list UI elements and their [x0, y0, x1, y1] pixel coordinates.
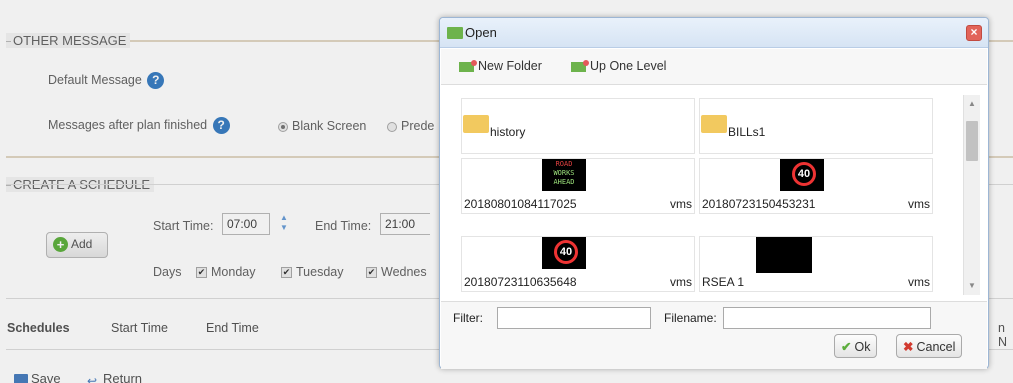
ok-button[interactable]: ✔ Ok: [834, 334, 878, 358]
speed-sign-40: 40: [792, 162, 816, 186]
disk-icon: [14, 373, 28, 383]
return-button[interactable]: ↩ Return: [87, 371, 142, 383]
after-plan-label: Messages after plan finished ?: [48, 117, 230, 134]
new-folder-button[interactable]: New Folder: [459, 59, 542, 73]
radio-label: Blank Screen: [292, 119, 367, 133]
file-tile[interactable]: 40 20180723150453231 vms: [699, 158, 933, 214]
add-label: Add: [71, 237, 93, 251]
file-name: 20180723110635648: [464, 275, 577, 289]
new-folder-icon: [459, 59, 477, 72]
file-type: vms: [908, 275, 930, 289]
scroll-thumb[interactable]: [966, 121, 978, 161]
blank-thumbnail: [756, 237, 812, 273]
save-label: Save: [31, 371, 61, 383]
return-label: Return: [103, 371, 143, 383]
col-end-time: End Time: [206, 321, 259, 335]
days-label: Days: [153, 265, 182, 279]
col-schedules: Schedules: [7, 321, 70, 335]
col-start-time: Start Time: [111, 321, 168, 335]
file-name: RSEA 1: [702, 275, 745, 289]
check-icon: ✔: [841, 340, 852, 354]
file-name: 20180801084117025: [464, 197, 577, 211]
day-wednesday[interactable]: ✔ Wednes: [366, 265, 427, 279]
cancel-label: Cancel: [916, 340, 956, 354]
help-icon[interactable]: ?: [212, 117, 230, 134]
file-type: vms: [908, 197, 930, 211]
file-name: 20180723150453231: [702, 197, 816, 211]
dialog-titlebar[interactable]: Open ×: [440, 18, 988, 48]
radio-button[interactable]: [387, 121, 397, 132]
dialog-footer: Filter: Filename: ✔ Ok ✖ Cancel: [441, 301, 987, 369]
filename-label: Filename:: [664, 311, 717, 325]
checkbox[interactable]: ✔: [281, 267, 292, 279]
speed-sign-thumbnail: 40: [542, 237, 586, 269]
open-dialog: Open × New Folder Up One Level history B…: [439, 17, 989, 369]
end-time-label: End Time:: [315, 219, 372, 233]
thumb-line: WORKS: [553, 169, 575, 177]
up-one-level-button[interactable]: Up One Level: [571, 59, 666, 73]
scroll-down-icon[interactable]: ▼: [964, 279, 980, 293]
day-label: Monday: [211, 265, 256, 279]
default-message-text: Default Message: [48, 72, 142, 87]
thumb-line: ROAD: [555, 160, 573, 168]
file-type: vms: [670, 197, 692, 211]
speed-sign-40: 40: [554, 240, 578, 264]
up-level-icon: [571, 59, 589, 72]
default-message-label: Default Message ?: [48, 72, 165, 89]
help-icon[interactable]: ?: [147, 72, 165, 89]
folder-icon: [463, 115, 489, 133]
folder-open-icon: [447, 27, 463, 39]
up-one-level-label: Up One Level: [590, 59, 667, 73]
radio-predefined[interactable]: Prede: [387, 119, 434, 133]
add-schedule-button[interactable]: + Add: [46, 232, 108, 258]
save-button[interactable]: Save: [14, 371, 61, 383]
file-tile[interactable]: RSEA 1 vms: [699, 236, 933, 292]
filter-label: Filter:: [453, 311, 483, 325]
cancel-icon: ✖: [903, 340, 914, 354]
plus-icon: +: [53, 237, 68, 253]
radio-blank-screen[interactable]: Blank Screen: [278, 119, 366, 133]
file-tile[interactable]: BILLs1: [699, 98, 933, 154]
after-plan-text: Messages after plan finished: [48, 117, 208, 132]
close-icon[interactable]: ×: [966, 25, 982, 41]
checkbox[interactable]: ✔: [366, 267, 377, 279]
radio-button[interactable]: [278, 121, 288, 132]
ok-label: Ok: [854, 340, 871, 354]
start-time-spinner[interactable]: ▲ ▼: [276, 213, 292, 235]
file-name: BILLs1: [728, 125, 766, 139]
checkbox[interactable]: ✔: [196, 267, 207, 279]
scroll-up-icon[interactable]: ▲: [964, 97, 980, 111]
start-time-label: Start Time:: [153, 219, 214, 233]
file-tile[interactable]: 40 20180723110635648 vms: [461, 236, 695, 292]
file-list: history BILLs1 ROAD WORKS AHEAD 20180801…: [459, 96, 965, 294]
file-name: history: [490, 125, 526, 139]
file-tile[interactable]: ROAD WORKS AHEAD 20180801084117025 vms: [461, 158, 695, 214]
file-list-scrollbar[interactable]: ▲ ▼: [963, 95, 980, 295]
file-tile[interactable]: history: [461, 98, 695, 154]
new-folder-label: New Folder: [478, 59, 542, 73]
dialog-title: Open: [465, 25, 497, 40]
filter-input[interactable]: [497, 307, 651, 329]
radio-label: Prede: [401, 119, 435, 133]
other-message-legend: OTHER MESSAGE: [6, 33, 131, 48]
roadworks-thumbnail: ROAD WORKS AHEAD: [542, 159, 586, 191]
folder-icon: [701, 115, 727, 133]
start-time-input[interactable]: [222, 213, 270, 235]
day-label: Wednes: [381, 265, 427, 279]
end-time-input[interactable]: [380, 213, 430, 235]
filename-input[interactable]: [723, 307, 931, 329]
day-tuesday[interactable]: ✔ Tuesday: [281, 265, 343, 279]
file-type: vms: [670, 275, 692, 289]
return-icon: ↩: [87, 373, 98, 383]
day-monday[interactable]: ✔ Monday: [196, 265, 255, 279]
thumb-line: AHEAD: [553, 178, 575, 186]
dialog-toolbar: New Folder Up One Level: [441, 49, 987, 85]
col-cut-header: n N: [998, 321, 1008, 349]
speed-sign-thumbnail: 40: [780, 159, 824, 191]
day-label: Tuesday: [296, 265, 344, 279]
cancel-button[interactable]: ✖ Cancel: [896, 334, 963, 358]
